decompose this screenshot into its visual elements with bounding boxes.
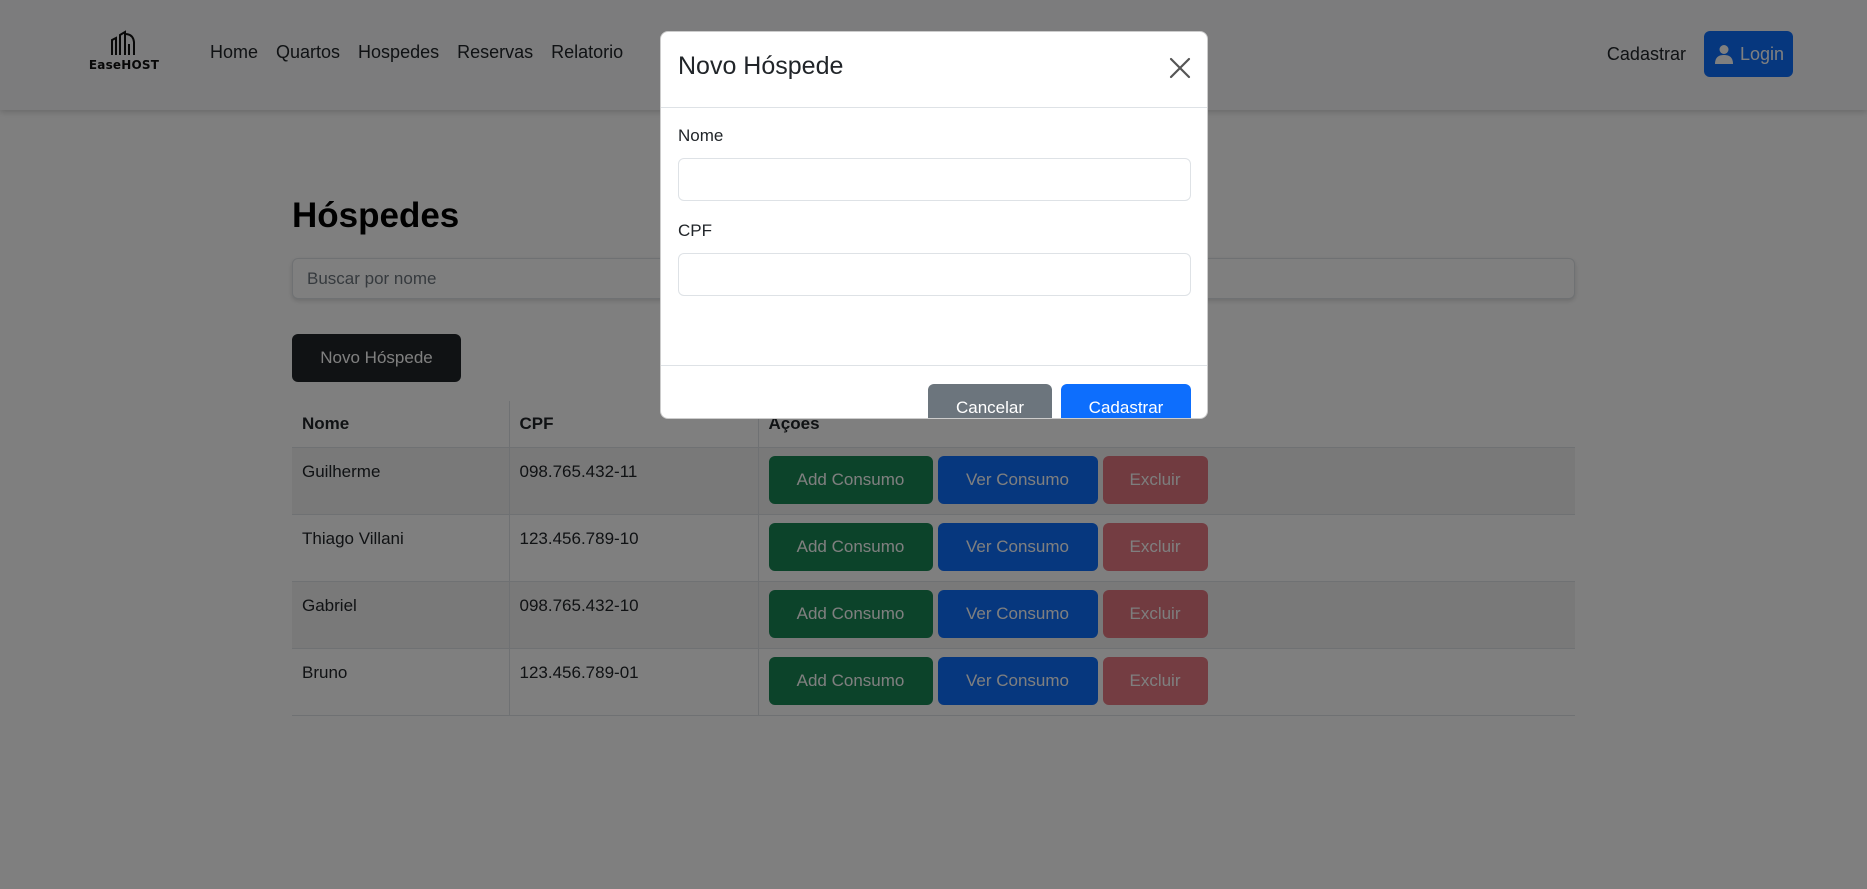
cpf-field[interactable]	[678, 253, 1191, 296]
name-label: Nome	[678, 126, 724, 145]
modal-header: Novo Hóspede	[661, 32, 1207, 108]
cpf-label: CPF	[678, 221, 712, 240]
modal-body: Nome CPF	[661, 108, 1207, 366]
close-icon	[1169, 57, 1191, 82]
page: EaseHOST Home Quartos Hospedes Reservas …	[0, 0, 1867, 889]
new-guest-modal: Novo Hóspede Nome CPF Cancelar Cadastrar	[660, 31, 1208, 419]
modal-title: Novo Hóspede	[678, 52, 844, 80]
submit-button[interactable]: Cadastrar	[1061, 384, 1191, 418]
modal-footer: Cancelar Cadastrar	[661, 366, 1207, 418]
name-field[interactable]	[678, 158, 1191, 201]
modal-close-button[interactable]	[1167, 56, 1193, 82]
cancel-button[interactable]: Cancelar	[928, 384, 1052, 418]
